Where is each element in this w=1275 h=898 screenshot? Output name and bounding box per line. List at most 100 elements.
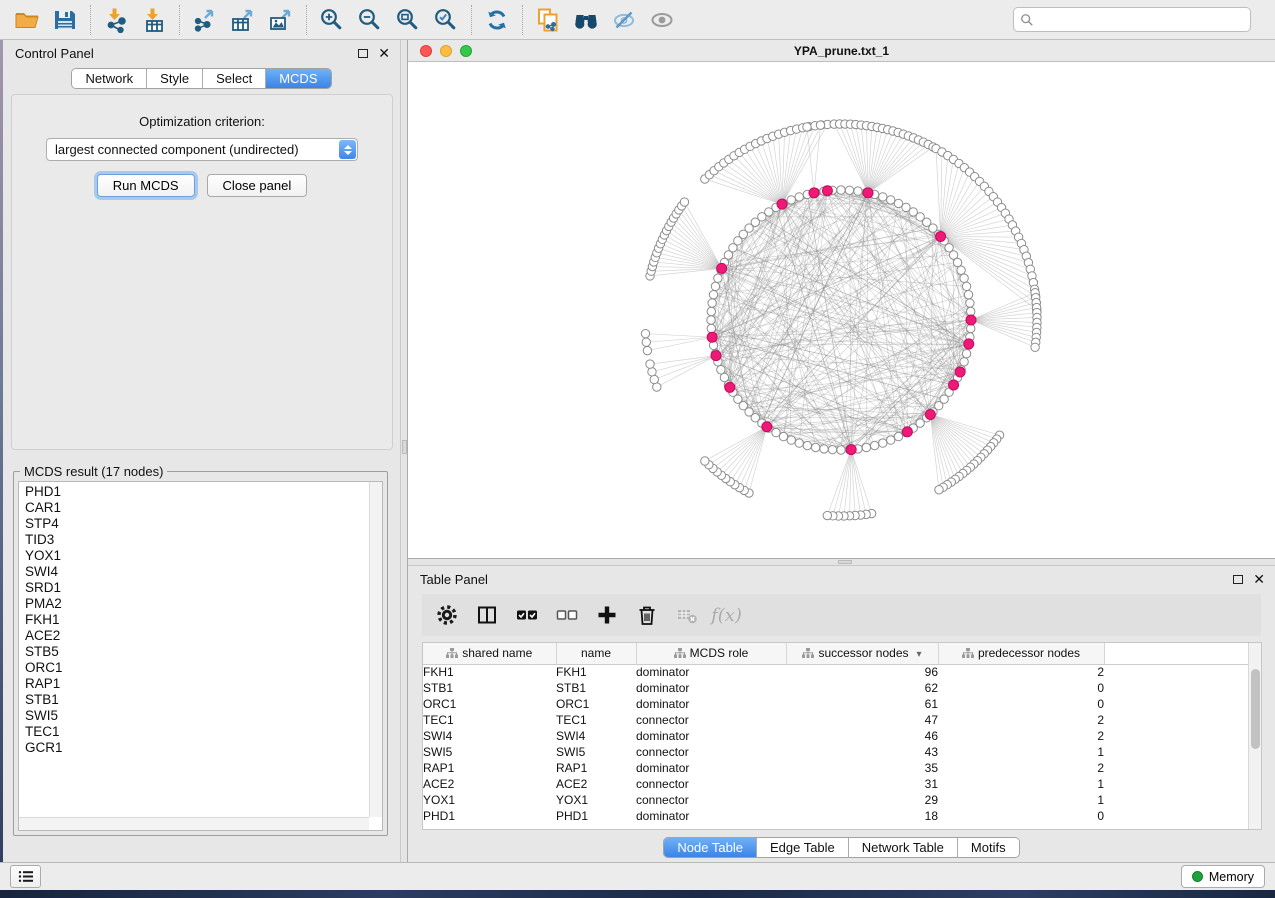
mcds-result-item[interactable]: YOX1	[25, 548, 369, 564]
table-cell[interactable]: 31	[786, 776, 938, 792]
table-cell[interactable]: dominator	[636, 728, 786, 744]
mcds-result-item[interactable]: FKH1	[25, 612, 369, 628]
close-table-panel-icon[interactable]: ✕	[1253, 572, 1265, 586]
table-cell[interactable]: connector	[636, 744, 786, 760]
table-cell[interactable]: TEC1	[556, 712, 636, 728]
table-cell[interactable]: dominator	[636, 664, 786, 680]
vertical-splitter[interactable]	[400, 40, 408, 862]
table-row[interactable]: RAP1RAP1dominator352	[423, 760, 1250, 776]
table-cell[interactable]: 2	[938, 760, 1104, 776]
table-cell[interactable]: PHD1	[423, 808, 556, 824]
tab-node-table[interactable]: Node Table	[664, 838, 756, 857]
mcds-result-item[interactable]: STP4	[25, 516, 369, 532]
table-cell[interactable]: 29	[786, 792, 938, 808]
table-cell[interactable]: STB1	[423, 680, 556, 696]
export-table-button[interactable]	[224, 4, 262, 36]
optimization-criterion-select[interactable]: largest connected component (undirected)	[46, 138, 358, 161]
table-cell[interactable]: 46	[786, 728, 938, 744]
table-cell[interactable]: 0	[938, 696, 1104, 712]
tab-style[interactable]: Style	[146, 69, 202, 88]
mcds-result-item[interactable]: PMA2	[25, 596, 369, 612]
export-network-button[interactable]	[186, 4, 224, 36]
table-cell[interactable]: 35	[786, 760, 938, 776]
table-cell[interactable]: ORC1	[556, 696, 636, 712]
network-canvas[interactable]	[408, 62, 1273, 555]
horizontal-splitter[interactable]	[408, 558, 1275, 566]
table-cell[interactable]: YOX1	[423, 792, 556, 808]
table-cell[interactable]: 1	[938, 776, 1104, 792]
table-vertical-scrollbar[interactable]	[1248, 643, 1261, 829]
table-cell[interactable]: STB1	[556, 680, 636, 696]
table-cell[interactable]: SWI5	[556, 744, 636, 760]
table-cell[interactable]: 62	[786, 680, 938, 696]
float-panel-icon[interactable]	[358, 49, 368, 58]
table-cell[interactable]: SWI5	[423, 744, 556, 760]
column-header-predecessor-nodes[interactable]: predecessor nodes	[938, 643, 1104, 664]
table-cell[interactable]: ACE2	[423, 776, 556, 792]
table-cell[interactable]: SWI4	[556, 728, 636, 744]
show-columns-button[interactable]	[475, 604, 498, 627]
tab-network[interactable]: Network	[72, 69, 146, 88]
table-cell[interactable]: 1	[938, 744, 1104, 760]
mcds-result-item[interactable]: PHD1	[25, 484, 369, 500]
zoom-fit-button[interactable]	[389, 4, 427, 36]
table-cell[interactable]: 2	[938, 664, 1104, 680]
column-header-name[interactable]: name	[556, 643, 636, 664]
run-mcds-button[interactable]: Run MCDS	[97, 174, 195, 197]
refresh-button[interactable]	[478, 4, 516, 36]
find-network-button[interactable]	[567, 4, 605, 36]
sort-descending-icon[interactable]: ▾	[917, 649, 922, 660]
mcds-result-list[interactable]: PHD1CAR1STP4TID3YOX1SWI4SRD1PMA2FKH1ACE2…	[18, 481, 383, 831]
search-input[interactable]	[1039, 12, 1244, 27]
import-network-button[interactable]	[97, 4, 135, 36]
close-mcds-panel-button[interactable]: Close panel	[207, 174, 308, 197]
mcds-result-item[interactable]: STB1	[25, 692, 369, 708]
table-row[interactable]: TEC1TEC1connector472	[423, 712, 1250, 728]
mcds-result-item[interactable]: SRD1	[25, 580, 369, 596]
table-row[interactable]: ORC1ORC1dominator610	[423, 696, 1250, 712]
table-cell[interactable]: 18	[786, 808, 938, 824]
table-cell[interactable]: RAP1	[556, 760, 636, 776]
save-button[interactable]	[46, 4, 84, 36]
table-row[interactable]: FKH1FKH1dominator962	[423, 664, 1250, 680]
table-cell[interactable]: TEC1	[423, 712, 556, 728]
table-cell[interactable]: SWI4	[423, 728, 556, 744]
table-cell[interactable]: FKH1	[556, 664, 636, 680]
export-image-button[interactable]	[262, 4, 300, 36]
column-header-shared-name[interactable]: shared name	[423, 643, 556, 664]
table-row[interactable]: PHD1PHD1dominator180	[423, 808, 1250, 824]
table-cell[interactable]: connector	[636, 776, 786, 792]
table-cell[interactable]: dominator	[636, 696, 786, 712]
tab-network-table[interactable]: Network Table	[848, 838, 957, 857]
table-cell[interactable]: 43	[786, 744, 938, 760]
mcds-result-item[interactable]: STB5	[25, 644, 369, 660]
table-cell[interactable]: ACE2	[556, 776, 636, 792]
status-menu-button[interactable]	[10, 865, 41, 888]
table-cell[interactable]: 0	[938, 808, 1104, 824]
mcds-result-item[interactable]: CAR1	[25, 500, 369, 516]
table-row[interactable]: ACE2ACE2connector311	[423, 776, 1250, 792]
table-row[interactable]: SWI5SWI5connector431	[423, 744, 1250, 760]
memory-button[interactable]: Memory	[1181, 865, 1265, 888]
tab-select[interactable]: Select	[202, 69, 265, 88]
table-row[interactable]: YOX1YOX1connector291	[423, 792, 1250, 808]
table-cell[interactable]: ORC1	[423, 696, 556, 712]
column-header-mcds-role[interactable]: MCDS role	[636, 643, 786, 664]
tab-motifs[interactable]: Motifs	[957, 838, 1019, 857]
zoom-selected-button[interactable]	[427, 4, 465, 36]
table-settings-button[interactable]	[435, 604, 458, 627]
show-hide-eye-button[interactable]	[643, 4, 681, 36]
column-header-successor-nodes[interactable]: successor nodes▾	[786, 643, 938, 664]
import-table-button[interactable]	[135, 4, 173, 36]
table-row[interactable]: SWI4SWI4dominator462	[423, 728, 1250, 744]
table-cell[interactable]: dominator	[636, 760, 786, 776]
select-all-button[interactable]	[515, 604, 538, 627]
table-cell[interactable]: dominator	[636, 808, 786, 824]
mcds-list-vertical-scrollbar[interactable]	[369, 482, 382, 817]
table-cell[interactable]: 96	[786, 664, 938, 680]
table-cell[interactable]: connector	[636, 712, 786, 728]
mcds-result-item[interactable]: RAP1	[25, 676, 369, 692]
deselect-all-button[interactable]	[555, 604, 578, 627]
close-panel-icon[interactable]: ✕	[378, 46, 390, 60]
table-cell[interactable]: RAP1	[423, 760, 556, 776]
